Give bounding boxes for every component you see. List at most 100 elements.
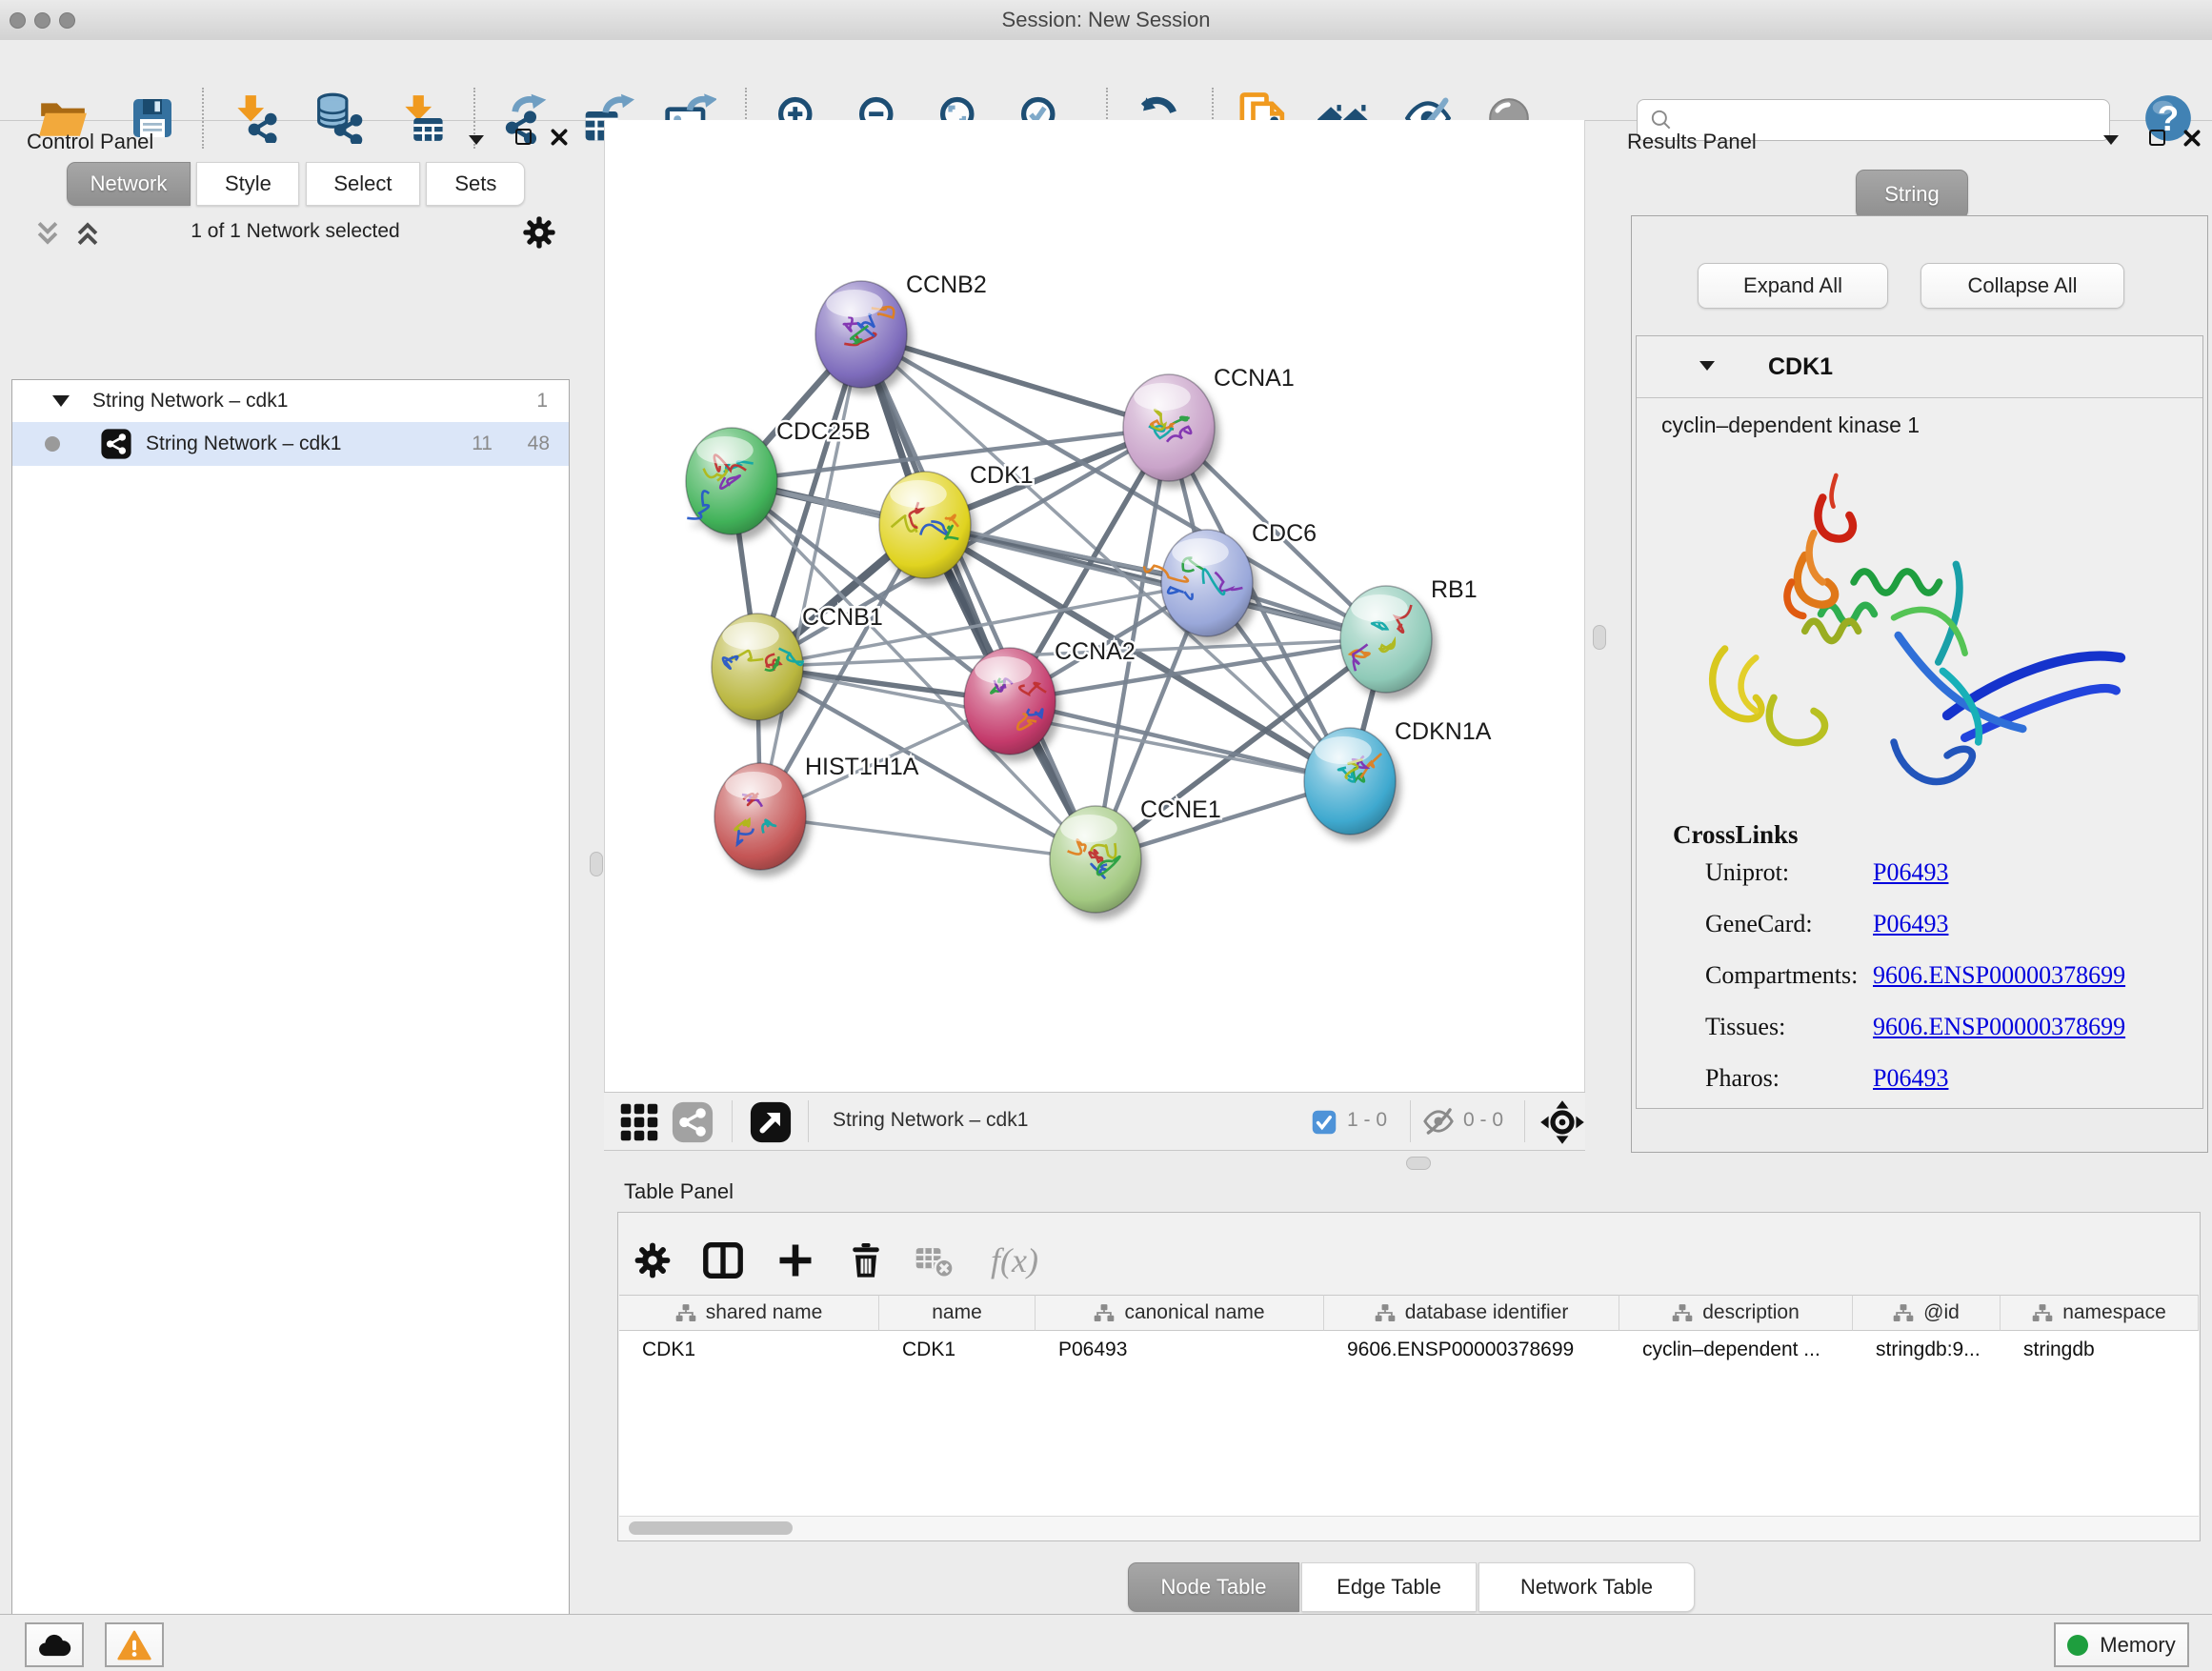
edge-HIST1H1A-CCNE1[interactable] [760,816,1096,859]
network-collection-row[interactable]: String Network – cdk1 1 [12,380,569,422]
crosslink-value-link[interactable]: 9606.ENSP00000378699 [1873,961,2125,990]
search-input[interactable] [1674,109,2109,132]
toolbar-separator [808,1100,809,1142]
network-view-toolbar: String Network – cdk1 1 - 0 0 - 0 [604,1092,1585,1151]
network-view-title: String Network – cdk1 [833,1109,1028,1132]
node-label-CCNE1: CCNE1 [1140,796,1221,823]
gear-icon[interactable] [520,213,558,252]
open-in-new-window-icon[interactable] [749,1100,793,1144]
hidden-node-edge-counts: 0 - 0 [1463,1109,1503,1132]
protein-collapse-icon[interactable] [1699,361,1715,371]
plus-icon [774,1239,816,1281]
collapse-all-button[interactable]: Collapse All [1920,263,2124,309]
collapse-all-icon[interactable] [32,219,63,248]
node-CDKN1A[interactable] [1304,728,1396,835]
tab-style[interactable]: Style [196,162,299,206]
tab-string[interactable]: String [1856,170,1968,219]
crosslink-value-link[interactable]: P06493 [1873,1064,1948,1093]
column-header-description[interactable]: description [1619,1295,1853,1331]
fx-label: f(x) [991,1240,1038,1280]
table-cell[interactable]: P06493 [1036,1331,1324,1369]
edge-CCNB2-CCNE1[interactable] [861,334,1096,859]
birds-eye-view-icon[interactable] [1539,1099,1585,1145]
delete-column-button[interactable] [839,1234,893,1287]
column-hierarchy-icon [1672,1303,1693,1322]
create-column-button[interactable] [769,1234,822,1287]
right-splitter-handle[interactable] [1593,625,1606,650]
tab-network[interactable]: Network [67,162,191,206]
node-CCNB1[interactable] [712,614,803,720]
edge-CCNB2-HIST1H1A[interactable] [760,334,861,816]
collection-expand-icon[interactable] [52,395,70,407]
collection-count: 1 [536,390,548,413]
selected-checkbox-icon[interactable] [1311,1109,1337,1136]
node-HIST1H1A[interactable] [714,763,806,870]
column-header-namespace[interactable]: namespace [2001,1295,2199,1331]
network-canvas[interactable]: CCNB2CCNA1CDC25BCDK1CDC6RB1CCNB1CCNA2CDK… [604,120,1585,1092]
control-panel-close-icon[interactable] [549,127,570,148]
table-horizontal-scrollbar[interactable] [619,1516,2199,1540]
crosslink-row: Pharos: P06493 [1637,1064,2202,1109]
crosslink-value-link[interactable]: P06493 [1873,910,1948,938]
node-CCNA2[interactable] [964,648,1056,755]
grid-view-icon[interactable] [619,1102,659,1142]
column-header-shared-name[interactable]: shared name [619,1295,879,1331]
node-CDC25B[interactable] [686,428,777,534]
tab-select[interactable]: Select [306,162,420,206]
scrollbar-thumb[interactable] [629,1521,793,1535]
table-row[interactable]: CDK1CDK1P064939606.ENSP00000378699cyclin… [619,1331,2199,1369]
protein-name: CDK1 [1768,353,1833,381]
node-CCNE1[interactable] [1050,806,1141,913]
show-columns-button[interactable] [696,1234,750,1287]
warnings-button[interactable] [105,1622,164,1667]
results-panel-menu-icon[interactable] [2103,135,2119,145]
table-options-button[interactable] [626,1234,679,1287]
hidden-eye-slash-icon[interactable] [1421,1105,1456,1137]
table-cell[interactable]: stringdb:9... [1853,1331,2001,1369]
control-panel-menu-icon[interactable] [469,135,484,145]
memory-button[interactable]: Memory [2054,1622,2189,1667]
left-splitter-handle[interactable] [590,852,603,876]
table-cell[interactable]: stringdb [2001,1331,2199,1369]
network-graph[interactable]: CCNB2CCNA1CDC25BCDK1CDC6RB1CCNB1CCNA2CDK… [605,120,1584,1092]
column-header-canonical-name[interactable]: canonical name [1036,1295,1324,1331]
crosslink-label: Pharos: [1705,1064,1780,1093]
table-cell[interactable]: cyclin–dependent ... [1619,1331,1853,1369]
node-label-CCNA2: CCNA2 [1055,638,1136,665]
cloud-button[interactable] [25,1622,84,1667]
node-RB1[interactable] [1340,586,1432,693]
node-label-HIST1H1A: HIST1H1A [805,754,919,780]
control-panel-float-icon[interactable] [515,129,532,145]
crosslink-value-link[interactable]: 9606.ENSP00000378699 [1873,1013,2125,1041]
column-header-database-identifier[interactable]: database identifier [1324,1295,1619,1331]
table-cell[interactable]: CDK1 [619,1331,879,1369]
table-cell[interactable]: CDK1 [879,1331,1036,1369]
expand-all-icon[interactable] [72,219,103,248]
window-title: Session: New Session [0,8,2212,32]
tab-sets[interactable]: Sets [426,162,525,206]
function-builder-button[interactable]: f(x) [976,1234,1053,1287]
expand-all-button[interactable]: Expand All [1698,263,1888,309]
node-CCNA1[interactable] [1123,374,1215,481]
memory-label: Memory [2100,1633,2175,1658]
horizontal-splitter-handle[interactable] [1406,1157,1431,1170]
network-row-selected[interactable]: String Network – cdk1 11 48 [12,422,569,466]
crosslink-value-link[interactable]: P06493 [1873,858,1948,887]
protein-card-header[interactable]: CDK1 [1637,336,2202,398]
edge-CCNB2-CCNA1[interactable] [861,334,1169,428]
table-cell[interactable]: 9606.ENSP00000378699 [1324,1331,1619,1369]
node-CDK1[interactable] [879,472,971,578]
tab-edge-table[interactable]: Edge Table [1301,1562,1477,1612]
tab-network-table[interactable]: Network Table [1478,1562,1695,1612]
delete-table-button[interactable] [908,1234,961,1287]
node-layer [686,281,1432,913]
tab-node-table[interactable]: Node Table [1128,1562,1299,1612]
column-header--id[interactable]: @id [1853,1295,2001,1331]
node-label-CDKN1A: CDKN1A [1395,718,1492,745]
node-label-CCNB1: CCNB1 [802,604,883,631]
network-view-share-icon[interactable] [671,1100,714,1144]
column-header-name[interactable]: name [879,1295,1036,1331]
node-CCNB2[interactable] [815,281,907,388]
results-panel-close-icon[interactable] [2182,128,2202,149]
results-panel-float-icon[interactable] [2149,130,2165,146]
